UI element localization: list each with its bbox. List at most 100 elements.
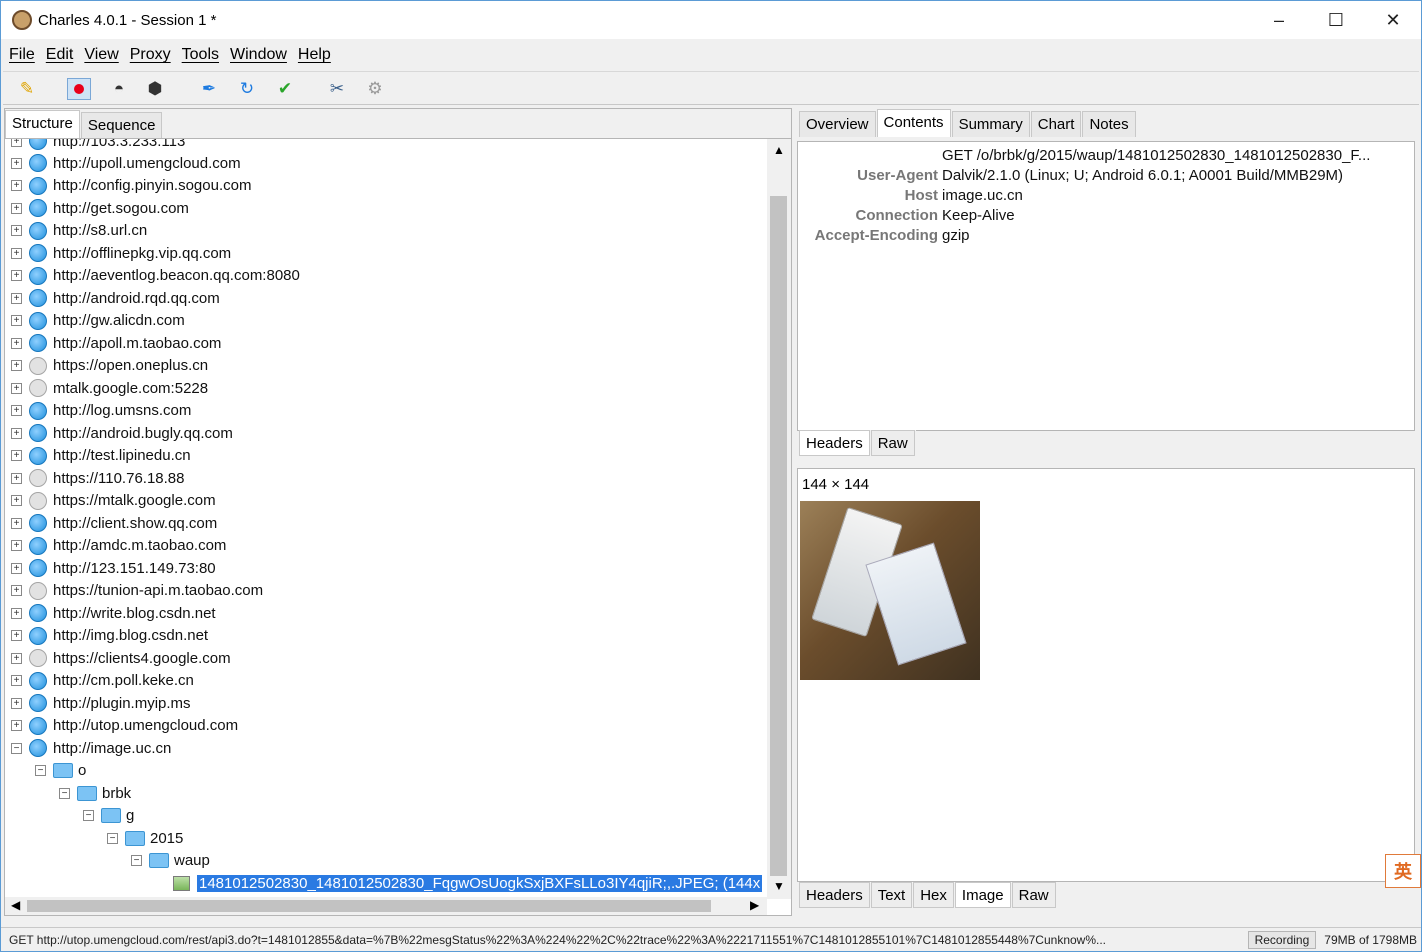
scroll-right-icon[interactable]: ▶ bbox=[750, 898, 759, 912]
tree-row-host[interactable]: − http://image.uc.cn bbox=[11, 737, 171, 759]
tree-row-host[interactable]: + http://upoll.umengcloud.com bbox=[11, 152, 241, 174]
tree-row-host[interactable]: + http://write.blog.csdn.net bbox=[11, 602, 216, 624]
expand-icon[interactable]: + bbox=[11, 720, 22, 731]
tree-row-host[interactable]: + http://plugin.myip.ms bbox=[11, 692, 191, 714]
horizontal-scrollbar[interactable]: ◀ ▶ bbox=[5, 897, 767, 915]
expand-icon[interactable]: + bbox=[11, 675, 22, 686]
scroll-left-icon[interactable]: ◀ bbox=[11, 898, 20, 912]
stop-icon[interactable]: ⬢ bbox=[143, 78, 167, 100]
scroll-up-icon[interactable]: ▲ bbox=[773, 143, 785, 157]
expand-icon[interactable]: + bbox=[11, 495, 22, 506]
expand-icon[interactable]: + bbox=[11, 450, 22, 461]
tree-row-host[interactable]: + http://apoll.m.taobao.com bbox=[11, 332, 221, 354]
tree-row-host[interactable]: + https://clients4.google.com bbox=[11, 647, 231, 669]
tree-row-host[interactable]: + http://gw.alicdn.com bbox=[11, 310, 185, 332]
response-tab-raw[interactable]: Raw bbox=[1011, 882, 1056, 908]
expand-icon[interactable]: + bbox=[11, 562, 22, 574]
expand-icon[interactable]: + bbox=[11, 382, 22, 394]
tab-chart[interactable]: Chart bbox=[1030, 111, 1082, 137]
menu-proxy[interactable]: Proxy bbox=[130, 46, 171, 64]
tab-structure[interactable]: Structure bbox=[5, 110, 80, 138]
expand-icon[interactable]: + bbox=[11, 180, 22, 191]
menu-tools[interactable]: Tools bbox=[182, 46, 219, 64]
collapse-icon[interactable]: − bbox=[59, 787, 70, 799]
expand-icon[interactable]: + bbox=[11, 292, 22, 304]
tab-summary[interactable]: Summary bbox=[951, 111, 1030, 137]
expand-icon[interactable]: + bbox=[11, 337, 22, 349]
tree-row-host[interactable]: + http://android.bugly.qq.com bbox=[11, 422, 233, 444]
check-icon[interactable]: ✔ bbox=[273, 78, 297, 100]
expand-icon[interactable]: + bbox=[11, 517, 22, 529]
tree-row-host[interactable]: + https://tunion-api.m.taobao.com bbox=[11, 580, 263, 602]
tree-row-host[interactable]: + http://log.umsns.com bbox=[11, 400, 191, 422]
response-tab-headers[interactable]: Headers bbox=[799, 882, 870, 908]
tree-row-folder[interactable]: − brbk bbox=[59, 782, 131, 804]
expand-icon[interactable]: + bbox=[11, 540, 22, 551]
expand-icon[interactable]: + bbox=[11, 472, 22, 484]
expand-icon[interactable]: + bbox=[11, 630, 22, 641]
expand-icon[interactable]: + bbox=[11, 360, 22, 371]
recording-indicator[interactable]: Recording bbox=[1247, 930, 1317, 949]
menu-file[interactable]: File bbox=[9, 46, 35, 64]
tree-row-host[interactable]: + http://offlinepkg.vip.qq.com bbox=[11, 242, 231, 264]
tree-row-host[interactable]: + http://get.sogou.com bbox=[11, 197, 189, 219]
broom-icon[interactable]: ✎ bbox=[15, 78, 39, 100]
tree-row-folder[interactable]: − waup bbox=[131, 850, 210, 872]
tree-row-partial[interactable]: + http://103.3.233.113 bbox=[11, 139, 185, 152]
vertical-scrollbar[interactable]: ▲ ▼ bbox=[767, 139, 791, 899]
tree-row-file-selected[interactable]: 1481012502830_1481012502830_FqgwOsUogkSx… bbox=[173, 872, 763, 894]
tree-row-host[interactable]: + https://110.76.18.88 bbox=[11, 467, 185, 489]
tree-row-folder[interactable]: − o bbox=[35, 760, 86, 782]
menu-window[interactable]: Window bbox=[230, 46, 287, 64]
tree-row-host[interactable]: + http://123.151.149.73:80 bbox=[11, 557, 216, 579]
ime-indicator[interactable]: 英 bbox=[1385, 854, 1421, 888]
tab-contents[interactable]: Contents bbox=[876, 109, 951, 137]
expand-icon[interactable]: + bbox=[11, 247, 22, 259]
record-icon[interactable] bbox=[67, 78, 91, 100]
tree-row-folder[interactable]: − 2015 bbox=[107, 827, 183, 849]
request-tab-headers[interactable]: Headers bbox=[799, 430, 870, 456]
response-tab-image[interactable]: Image bbox=[954, 882, 1011, 908]
expand-icon[interactable]: + bbox=[11, 585, 22, 596]
expand-icon[interactable]: + bbox=[11, 427, 22, 439]
tab-overview[interactable]: Overview bbox=[799, 111, 876, 137]
tree-row-host[interactable]: + http://s8.url.cn bbox=[11, 220, 147, 242]
tree-row-host[interactable]: + http://amdc.m.taobao.com bbox=[11, 535, 226, 557]
expand-icon[interactable]: + bbox=[11, 139, 22, 147]
tree-row-host[interactable]: + https://open.oneplus.cn bbox=[11, 355, 208, 377]
tab-notes[interactable]: Notes bbox=[1082, 111, 1136, 137]
tab-sequence[interactable]: Sequence bbox=[80, 112, 163, 138]
menu-edit[interactable]: Edit bbox=[46, 46, 74, 64]
pen-icon[interactable]: ✒ bbox=[197, 78, 221, 100]
expand-icon[interactable]: + bbox=[11, 225, 22, 236]
vertical-scroll-thumb[interactable] bbox=[770, 196, 787, 876]
settings-icon[interactable]: ⚙ bbox=[363, 78, 387, 100]
tree-row-host[interactable]: + https://mtalk.google.com bbox=[11, 490, 216, 512]
tree-row-folder[interactable]: − g bbox=[83, 805, 134, 827]
tree-row-host[interactable]: + http://cm.poll.keke.cn bbox=[11, 670, 194, 692]
tools-icon[interactable]: ✂ bbox=[325, 78, 349, 100]
tree-row-host[interactable]: + http://utop.umengcloud.com bbox=[11, 715, 238, 737]
expand-icon[interactable]: + bbox=[11, 157, 22, 169]
minimize-button[interactable]: – bbox=[1251, 1, 1307, 39]
menu-view[interactable]: View bbox=[84, 46, 118, 64]
refresh-icon[interactable]: ↻ bbox=[235, 78, 259, 100]
expand-icon[interactable]: + bbox=[11, 405, 22, 416]
expand-icon[interactable]: + bbox=[11, 697, 22, 709]
response-tab-text[interactable]: Text bbox=[870, 882, 913, 908]
turtle-icon[interactable]: ◓ bbox=[107, 78, 131, 100]
response-tab-hex[interactable]: Hex bbox=[913, 882, 954, 908]
expand-icon[interactable]: + bbox=[11, 607, 22, 619]
collapse-icon[interactable]: − bbox=[107, 832, 118, 844]
collapse-icon[interactable]: − bbox=[83, 810, 94, 821]
tree-row-host[interactable]: + http://client.show.qq.com bbox=[11, 512, 217, 534]
horizontal-scroll-thumb[interactable] bbox=[27, 900, 711, 912]
close-button[interactable]: ✕ bbox=[1365, 1, 1421, 39]
request-tab-raw[interactable]: Raw bbox=[870, 430, 915, 456]
expand-icon[interactable]: + bbox=[11, 270, 22, 281]
tree-row-host[interactable]: + http://android.rqd.qq.com bbox=[11, 287, 220, 309]
maximize-button[interactable]: ☐ bbox=[1308, 1, 1364, 39]
collapse-icon[interactable]: − bbox=[131, 855, 142, 866]
menu-help[interactable]: Help bbox=[298, 46, 331, 64]
expand-icon[interactable]: + bbox=[11, 202, 22, 214]
